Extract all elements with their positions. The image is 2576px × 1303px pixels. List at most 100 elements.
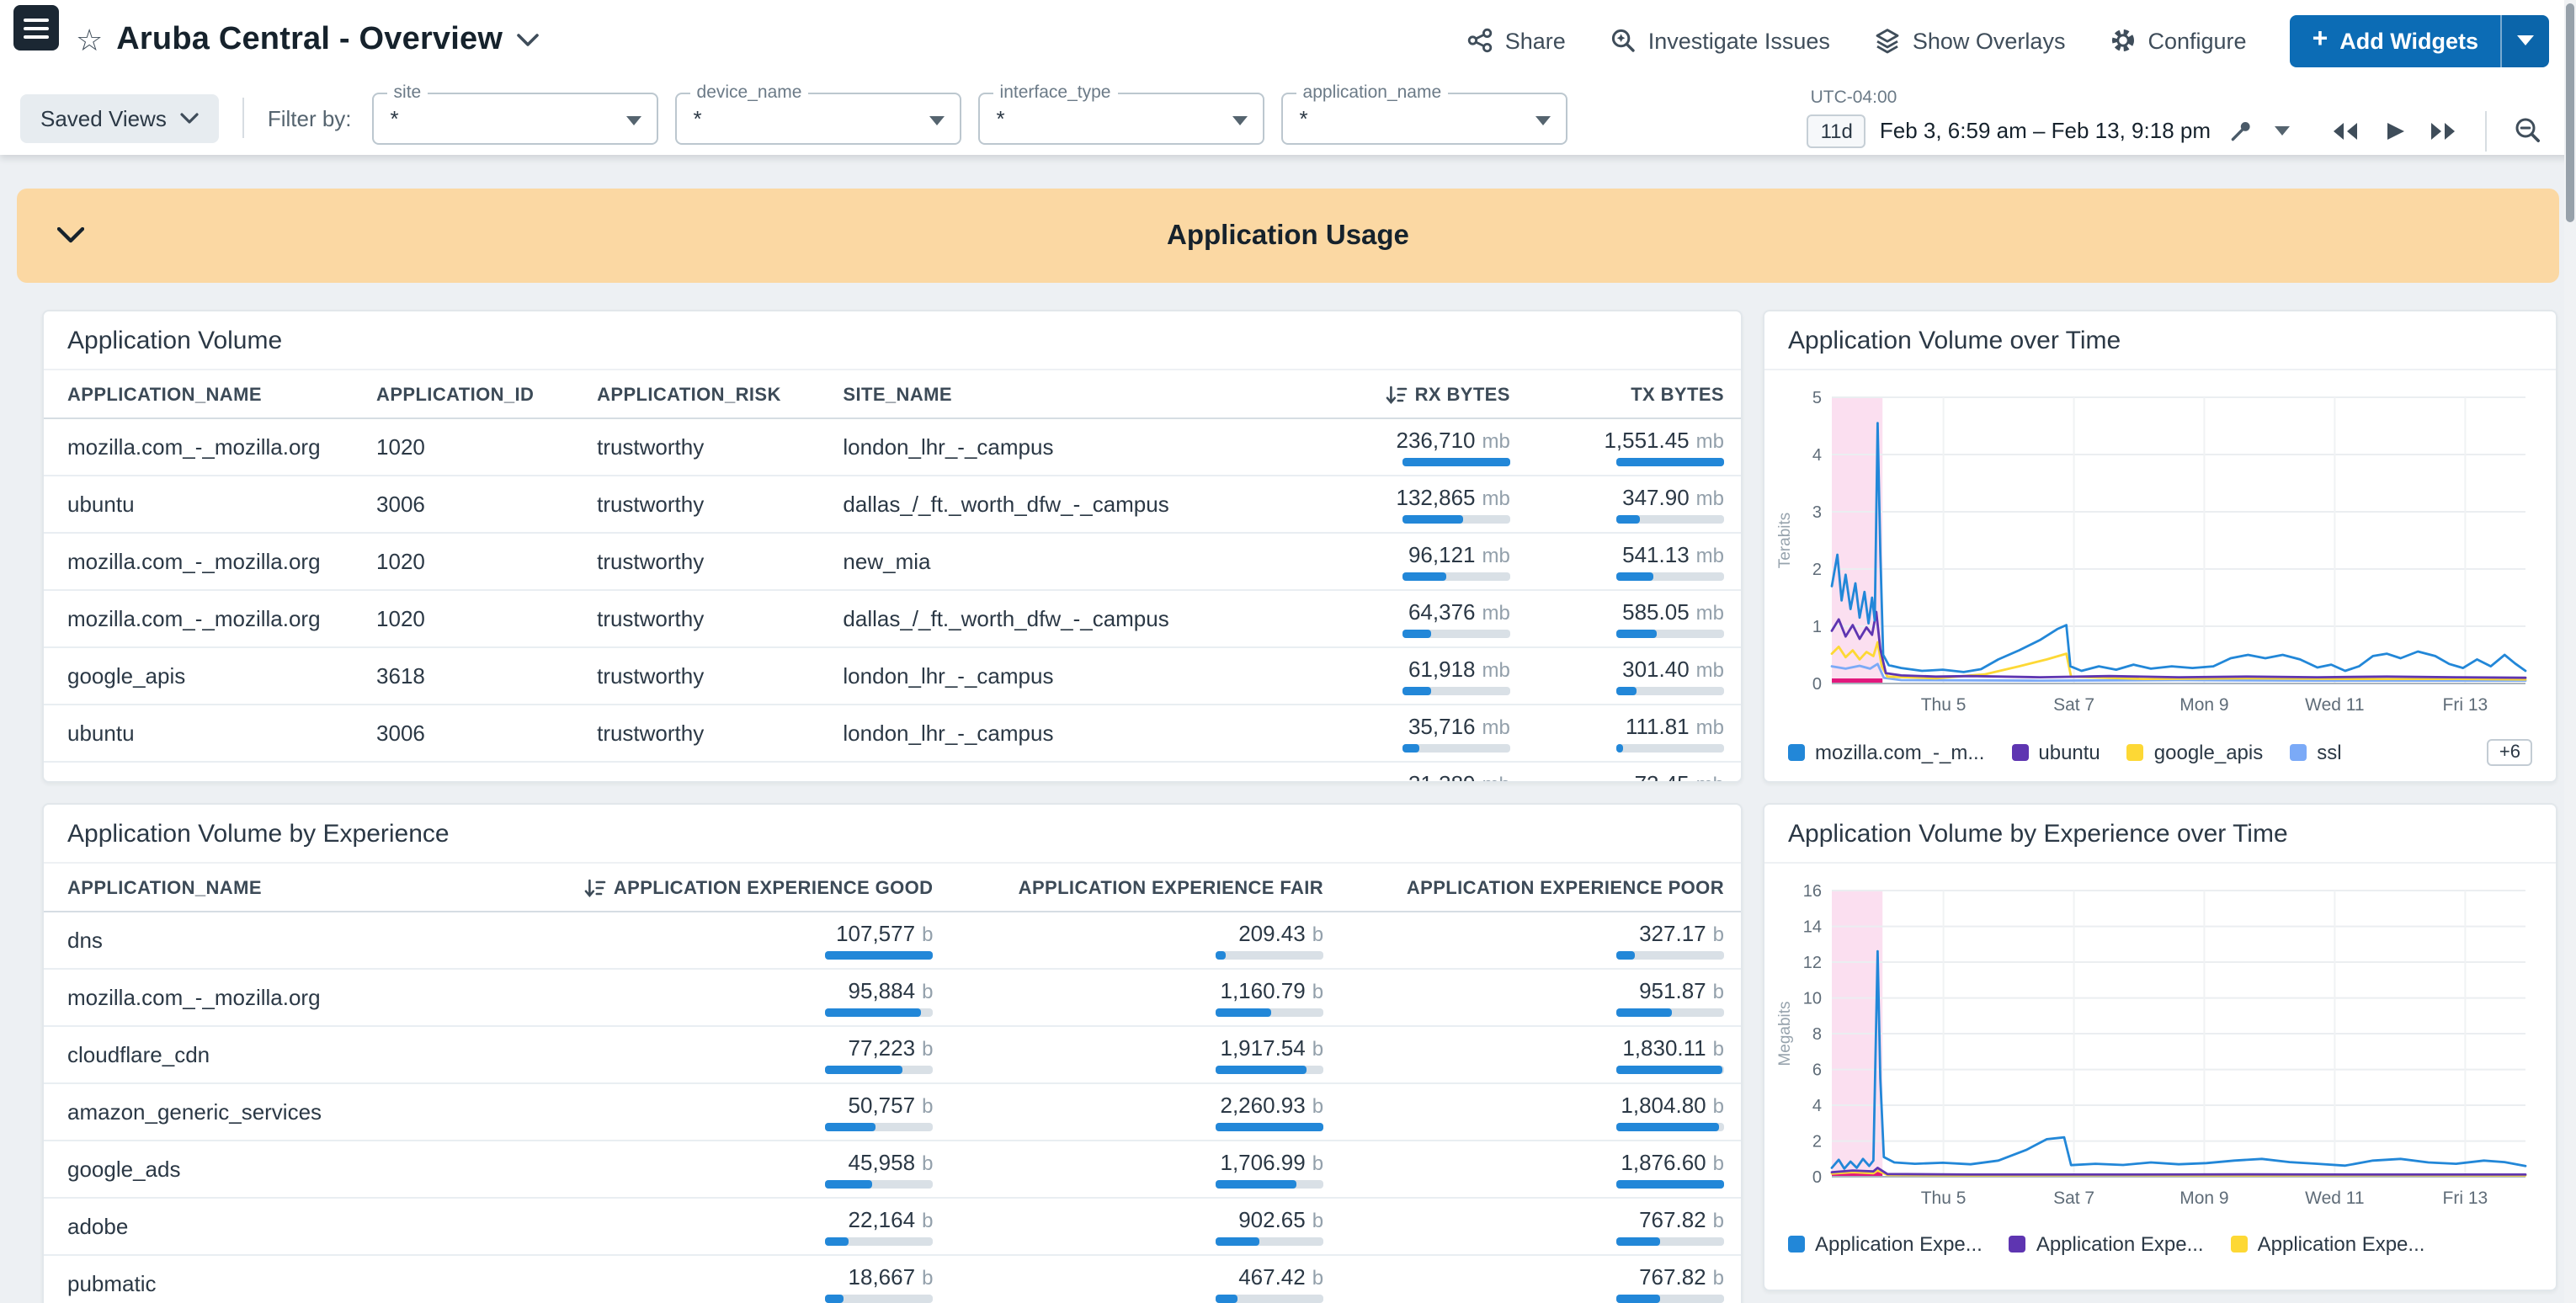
- table-row[interactable]: mozilla.com_-_mozilla.org1020trustworthy…: [44, 590, 1741, 647]
- dashboard-switcher-caret[interactable]: [516, 34, 538, 47]
- filter-application-name-value: *: [1300, 93, 1308, 142]
- table-row[interactable]: google_ads45,958b1,706.99b1,876.60b: [44, 1141, 1741, 1198]
- application-volume-table: APPLICATION_NAME APPLICATION_ID APPLICAT…: [44, 370, 1741, 783]
- share-button[interactable]: Share: [1466, 27, 1566, 54]
- legend-item[interactable]: mozilla.com_-_m...: [1788, 741, 1984, 764]
- col-experience-good[interactable]: APPLICATION EXPERIENCE GOOD: [553, 864, 944, 912]
- collapse-section-button[interactable]: [57, 227, 84, 244]
- col-experience-fair[interactable]: APPLICATION EXPERIENCE FAIR: [943, 864, 1333, 912]
- cell-application-risk: trustworthy: [587, 476, 833, 533]
- duration-badge[interactable]: 11d: [1807, 114, 1866, 147]
- legend-item[interactable]: Application Expe...: [2231, 1232, 2425, 1256]
- legend-label: ubuntu: [2038, 741, 2100, 764]
- favorite-star-icon[interactable]: ☆: [76, 25, 103, 56]
- metric-cell: 1,551.45mb: [1520, 418, 1741, 476]
- cell-application-name: google_apis: [44, 647, 366, 705]
- col-application-risk[interactable]: APPLICATION_RISK: [587, 370, 833, 418]
- col-rx-bytes[interactable]: RX BYTES: [1317, 370, 1520, 418]
- filter-site[interactable]: site *: [372, 92, 658, 144]
- play-icon: [2384, 119, 2404, 142]
- table-row[interactable]: mozilla.com_-_mozilla.org95,884b1,160.79…: [44, 969, 1741, 1026]
- table-row[interactable]: google_apis3618trustworthylondon_lhr_-_c…: [44, 647, 1741, 705]
- topbar-actions: Share Investigate Issues Show Overlays C…: [1466, 14, 2549, 66]
- chevron-down-icon: [516, 34, 538, 47]
- zoom-out-button[interactable]: [2510, 113, 2546, 148]
- legend-label: ssl: [2317, 741, 2341, 764]
- cell-application-id: 1020: [366, 590, 587, 647]
- col-application-name[interactable]: APPLICATION_NAME: [44, 370, 366, 418]
- time-range-caret[interactable]: [2271, 122, 2293, 139]
- svg-text:Sat 7: Sat 7: [2053, 695, 2094, 715]
- table-row[interactable]: dns107,577b209.43b327.17b: [44, 912, 1741, 969]
- show-overlays-button[interactable]: Show Overlays: [1874, 27, 2066, 54]
- svg-text:Fri 13: Fri 13: [2443, 1189, 2488, 1208]
- menu-icon[interactable]: [13, 5, 59, 51]
- metric-cell: 45,958b: [553, 1141, 944, 1198]
- table-row[interactable]: cloudflare_cdn77,223b1,917.54b1,830.11b: [44, 1026, 1741, 1083]
- col-site-name[interactable]: SITE_NAME: [833, 370, 1317, 418]
- svg-text:2: 2: [1812, 561, 1822, 579]
- application-experience-over-time-chart[interactable]: 0246810121416Thu 5Sat 7Mon 9Wed 11Fri 13…: [1775, 874, 2542, 1210]
- table-row[interactable]: mozilla.com_-_mozilla.org1020trustworthy…: [44, 533, 1741, 590]
- investigate-issues-button[interactable]: Investigate Issues: [1610, 27, 1830, 54]
- table-row[interactable]: ubuntu3006trustworthynew_mia31,389mb73.4…: [44, 762, 1741, 783]
- filter-interface-type[interactable]: interface_type *: [978, 92, 1264, 144]
- add-widgets-caret[interactable]: [2500, 14, 2549, 66]
- scrollbar-thumb[interactable]: [2566, 3, 2574, 222]
- legend-item[interactable]: Application Expe...: [1788, 1232, 1983, 1256]
- col-tx-bytes[interactable]: TX BYTES: [1520, 370, 1741, 418]
- col-application-name[interactable]: APPLICATION_NAME: [44, 864, 553, 912]
- application-volume-over-time-panel: Application Volume over Time 012345Thu 5…: [1763, 310, 2557, 783]
- table-row[interactable]: ubuntu3006trustworthydallas_/_ft._worth_…: [44, 476, 1741, 533]
- add-widgets-button[interactable]: + Add Widgets: [2291, 14, 2500, 66]
- application-volume-over-time-chart[interactable]: 012345Thu 5Sat 7Mon 9Wed 11Fri 13Terabit…: [1775, 380, 2542, 717]
- legend-item[interactable]: google_apis: [2127, 741, 2263, 764]
- metric-cell: 22,164b: [553, 1198, 944, 1255]
- svg-text:4: 4: [1812, 446, 1822, 465]
- col-application-id[interactable]: APPLICATION_ID: [366, 370, 587, 418]
- legend-label: Application Expe...: [1815, 1232, 1983, 1256]
- chart-legend: mozilla.com_-_m... ubuntu google_apis ssl +6: [1764, 726, 2556, 783]
- legend-label: google_apis: [2154, 741, 2263, 764]
- configure-button[interactable]: Configure: [2109, 27, 2246, 54]
- filter-site-value: *: [391, 93, 399, 142]
- date-range-label: Feb 3, 6:59 am – Feb 13, 9:18 pm: [1880, 118, 2211, 143]
- pin-button[interactable]: [2224, 114, 2258, 147]
- svg-text:Wed 11: Wed 11: [2305, 1189, 2364, 1208]
- metric-cell: 347.90mb: [1520, 476, 1741, 533]
- legend-item[interactable]: ubuntu: [2011, 741, 2100, 764]
- legend-overflow-badge[interactable]: +6: [2488, 739, 2532, 766]
- table-row[interactable]: mozilla.com_-_mozilla.org1020trustworthy…: [44, 418, 1741, 476]
- app-window: ☆ Aruba Central - Overview Share Investi…: [0, 0, 2576, 1303]
- table-row[interactable]: amazon_generic_services50,757b2,260.93b1…: [44, 1083, 1741, 1141]
- skip-back-button[interactable]: [2327, 115, 2364, 146]
- saved-views-button[interactable]: Saved Views: [20, 93, 219, 142]
- metric-cell: 31,389mb: [1317, 762, 1520, 783]
- cell-application-name: ubuntu: [44, 762, 366, 783]
- configure-label: Configure: [2148, 28, 2246, 53]
- cell-application-name: dns: [44, 912, 553, 969]
- metric-cell: 1,917.54b: [943, 1026, 1333, 1083]
- vertical-scrollbar[interactable]: [2564, 0, 2576, 1303]
- table-row[interactable]: ubuntu3006trustworthylondon_lhr_-_campus…: [44, 705, 1741, 762]
- filter-application-name[interactable]: application_name *: [1281, 92, 1567, 144]
- legend-item[interactable]: Application Expe...: [2009, 1232, 2204, 1256]
- legend-label: Application Expe...: [2036, 1232, 2204, 1256]
- svg-text:0: 0: [1812, 1168, 1822, 1187]
- table-row[interactable]: pubmatic18,667b467.42b767.82b: [44, 1255, 1741, 1303]
- table-row[interactable]: adobe22,164b902.65b767.82b: [44, 1198, 1741, 1255]
- play-button[interactable]: [2381, 115, 2408, 146]
- gear-icon: [2109, 27, 2136, 54]
- metric-cell: 467.42b: [943, 1255, 1333, 1303]
- application-volume-panel: Application Volume APPLICATION_NAME APPL…: [42, 310, 1743, 783]
- cell-site-name: london_lhr_-_campus: [833, 418, 1317, 476]
- legend-swatch: [1788, 1236, 1805, 1252]
- filter-device-name[interactable]: device_name *: [675, 92, 961, 144]
- col-experience-poor[interactable]: APPLICATION EXPERIENCE POOR: [1333, 864, 1741, 912]
- metric-cell: 1,830.11b: [1333, 1026, 1741, 1083]
- skip-forward-button[interactable]: [2424, 115, 2462, 146]
- panel-title: Application Volume by Experience: [44, 805, 1741, 864]
- legend-item[interactable]: ssl: [2290, 741, 2341, 764]
- svg-text:5: 5: [1812, 389, 1822, 407]
- panel-title: Application Volume by Experience over Ti…: [1764, 805, 2556, 864]
